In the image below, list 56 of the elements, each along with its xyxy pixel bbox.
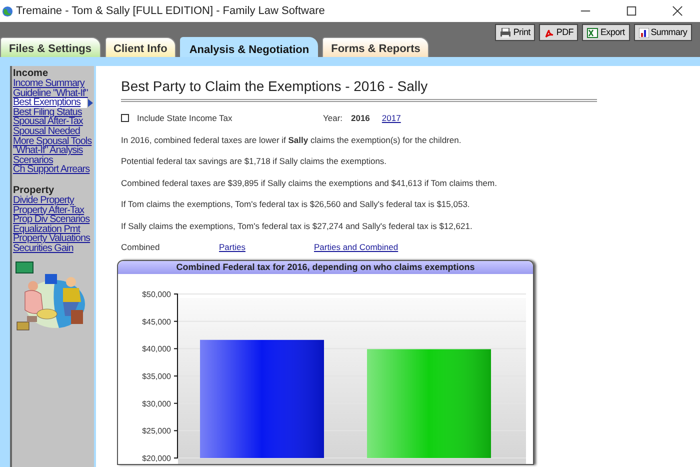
pdf-icon bbox=[544, 28, 554, 38]
tab[interactable]: Analysis & Negotiation bbox=[180, 37, 318, 57]
sidebar-link[interactable]: Spousal Needed bbox=[13, 126, 80, 137]
pdf-button[interactable]: PDF bbox=[539, 24, 578, 41]
sidebar-link[interactable]: Spousal After-Tax bbox=[13, 117, 83, 127]
summary-sentence: Potential federal tax savings are $1,718 if Sally claims the exemptions. bbox=[121, 156, 388, 166]
y-tick-label: $20,000 bbox=[142, 454, 171, 462]
y-tick-label: $50,000 bbox=[142, 290, 171, 298]
year-link[interactable]: 2017 bbox=[382, 113, 401, 123]
page-title: Best Party to Claim the Exemptions - 2016 - Sally bbox=[121, 76, 597, 102]
y-tick-label: $40,000 bbox=[142, 344, 171, 354]
spreadsheet-icon bbox=[587, 28, 598, 38]
window-title: Tremaine - Tom & Sally [FULL EDITION] - Family Law Software bbox=[16, 4, 326, 19]
checkbox-label: Include State Income Tax bbox=[137, 113, 234, 123]
summary-sentence: If Tom claims the exemptions, Tom's federal tax is $26,560 and Sally's federal tax is $15,053. bbox=[121, 199, 471, 209]
sidebar-link[interactable]: Prop Div Scenarios bbox=[13, 215, 90, 225]
sidebar-link[interactable]: Securities Gain bbox=[13, 244, 74, 254]
sidebar-link[interactable]: "What-If" Analysis bbox=[13, 146, 83, 156]
current-view-label: Combined bbox=[121, 242, 161, 252]
y-tick-label: $45,000 bbox=[142, 316, 171, 326]
tab[interactable]: Forms & Reports bbox=[322, 37, 430, 57]
tab[interactable]: Files & Settings bbox=[0, 37, 101, 57]
sidebar-link[interactable]: Property After-Tax bbox=[13, 206, 84, 216]
summary-sentence: Combined federal taxes are $39,895 if Sally claims the exemptions and $41,613 if Tom claims them. bbox=[121, 178, 498, 188]
sidebar-link[interactable]: Best Filing Status bbox=[13, 108, 82, 118]
pointer-arrow-icon bbox=[88, 99, 93, 108]
section-heading: Income bbox=[13, 68, 50, 79]
app-logo-icon bbox=[2, 6, 13, 16]
bar-chart-icon bbox=[638, 28, 649, 38]
current-year: 2016 bbox=[351, 113, 370, 123]
view-link[interactable]: Parties bbox=[219, 242, 314, 252]
sidebar-link[interactable]: Ch Support Arrears bbox=[13, 165, 90, 175]
year-label: Year: bbox=[323, 113, 344, 123]
close-icon[interactable] bbox=[672, 6, 682, 16]
printer-icon bbox=[500, 28, 512, 38]
section-heading: Property bbox=[13, 184, 56, 196]
tab[interactable]: Client Info bbox=[104, 37, 176, 57]
y-tick-label: $35,000 bbox=[142, 372, 171, 380]
summary-sentence: If Sally claims the exemptions, Tom's federal tax is $27,274 and Sally's federal tax is $12,621. bbox=[121, 220, 474, 230]
view-link[interactable]: Parties and Combined bbox=[314, 242, 398, 252]
print-button[interactable]: Print bbox=[495, 24, 536, 41]
sidebar-link[interactable]: Equalization Pmt bbox=[13, 224, 80, 234]
summary-sentence: In 2016, combined federal taxes are lower if Sally claims the exemption(s) for the children. bbox=[121, 134, 462, 144]
sidebar-link[interactable]: Income Summary bbox=[13, 79, 84, 89]
sidebar-link[interactable]: Divide Property bbox=[13, 196, 74, 206]
y-tick-label: $25,000 bbox=[142, 426, 171, 436]
checkbox[interactable] bbox=[121, 114, 129, 122]
sidebar-link[interactable]: Property Valuations bbox=[13, 234, 90, 244]
maximize-icon[interactable] bbox=[626, 6, 636, 16]
export-button[interactable]: Export bbox=[582, 24, 630, 41]
chart-title: Combined Federal tax for 2016, depending on who claims exemptions bbox=[118, 260, 533, 274]
sidebar-link[interactable]: Guideline "What-If" bbox=[13, 88, 88, 98]
sidebar-link[interactable]: More Spousal Tools bbox=[13, 136, 92, 146]
summary-button[interactable]: Summary bbox=[634, 24, 692, 41]
y-tick-label: $30,000 bbox=[142, 398, 171, 408]
sidebar-link[interactable]: Scenarios bbox=[13, 156, 53, 166]
